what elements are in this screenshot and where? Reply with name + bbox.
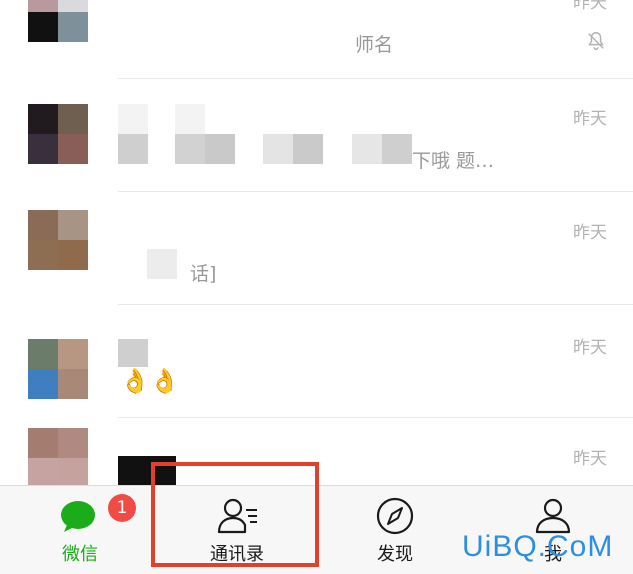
contacts-icon — [217, 498, 257, 534]
chat-time: 昨天 — [573, 109, 607, 129]
chat-preview: 👌👌 — [120, 367, 180, 395]
watermark: UiBQ.CoM — [462, 530, 614, 563]
chat-row[interactable]: 👌👌 昨天 — [0, 305, 633, 418]
chat-preview: 下哦 题… — [412, 150, 495, 172]
chat-time: 昨天 — [573, 449, 607, 469]
tab-contacts[interactable]: 通讯录 — [177, 486, 297, 574]
avatar — [28, 339, 88, 399]
chat-time: 昨天 — [573, 223, 607, 243]
tab-label: 通讯录 — [210, 544, 264, 565]
unread-badge: 1 — [108, 494, 136, 522]
compass-icon — [376, 497, 414, 535]
avatar — [28, 104, 88, 164]
chat-time: 昨天 — [573, 0, 607, 13]
chat-row[interactable]: 昨天 师名 — [0, 0, 633, 79]
tab-label: 微信 — [62, 544, 98, 565]
avatar — [28, 210, 88, 270]
tab-discover[interactable]: 发现 — [335, 486, 455, 574]
tab-chats[interactable]: 1 微信 — [20, 486, 140, 574]
avatar — [28, 0, 88, 42]
chat-preview: 师名 — [355, 34, 394, 56]
chat-row[interactable]: 昨天 话] — [0, 192, 633, 305]
tab-label: 发现 — [377, 544, 413, 565]
chat-preview: 话] — [190, 263, 217, 285]
chat-row[interactable]: 昨天 下哦 题… — [0, 79, 633, 192]
chat-list: 昨天 师名 昨天 下哦 题… 昨天 话] 👌👌 昨天 昨天 — [0, 0, 633, 485]
avatar — [28, 428, 88, 485]
chat-bubble-icon — [61, 501, 95, 532]
mute-bell-icon — [588, 32, 604, 50]
chat-time: 昨天 — [573, 338, 607, 358]
chat-row[interactable]: 昨天 — [0, 418, 633, 485]
